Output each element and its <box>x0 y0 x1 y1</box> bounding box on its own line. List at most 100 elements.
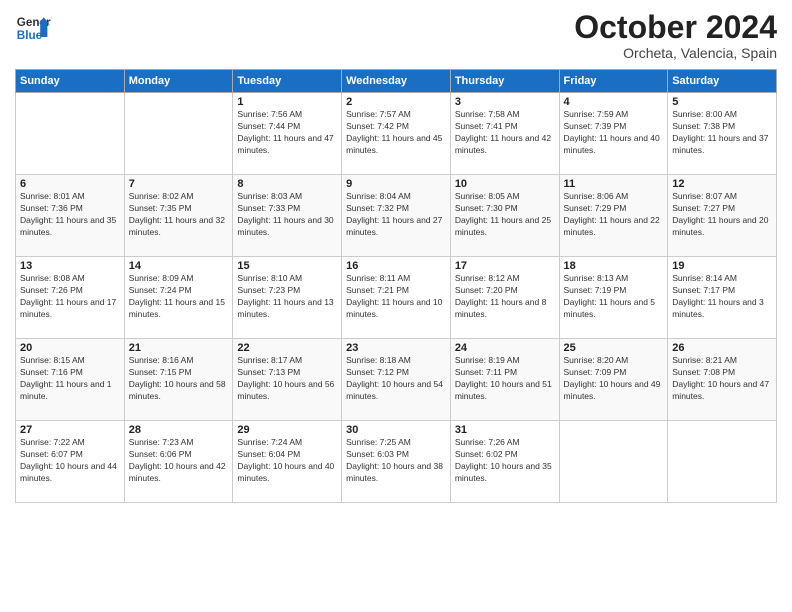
day-info: Sunrise: 7:59 AM Sunset: 7:39 PM Dayligh… <box>564 109 664 157</box>
logo-icon: General Blue <box>15 10 51 46</box>
calendar-cell: 22Sunrise: 8:17 AM Sunset: 7:13 PM Dayli… <box>233 339 342 421</box>
calendar-cell: 28Sunrise: 7:23 AM Sunset: 6:06 PM Dayli… <box>124 421 233 503</box>
day-info: Sunrise: 7:25 AM Sunset: 6:03 PM Dayligh… <box>346 437 446 485</box>
day-info: Sunrise: 8:00 AM Sunset: 7:38 PM Dayligh… <box>672 109 772 157</box>
calendar-cell: 11Sunrise: 8:06 AM Sunset: 7:29 PM Dayli… <box>559 175 668 257</box>
col-monday: Monday <box>124 70 233 93</box>
day-info: Sunrise: 7:56 AM Sunset: 7:44 PM Dayligh… <box>237 109 337 157</box>
calendar-cell: 18Sunrise: 8:13 AM Sunset: 7:19 PM Dayli… <box>559 257 668 339</box>
day-info: Sunrise: 8:09 AM Sunset: 7:24 PM Dayligh… <box>129 273 229 321</box>
day-info: Sunrise: 8:13 AM Sunset: 7:19 PM Dayligh… <box>564 273 664 321</box>
day-number: 13 <box>20 260 120 272</box>
day-number: 23 <box>346 342 446 354</box>
day-number: 29 <box>237 424 337 436</box>
calendar-cell: 25Sunrise: 8:20 AM Sunset: 7:09 PM Dayli… <box>559 339 668 421</box>
header-row: Sunday Monday Tuesday Wednesday Thursday… <box>16 70 777 93</box>
day-info: Sunrise: 8:19 AM Sunset: 7:11 PM Dayligh… <box>455 355 555 403</box>
day-number: 15 <box>237 260 337 272</box>
day-number: 17 <box>455 260 555 272</box>
day-number: 4 <box>564 96 664 108</box>
day-info: Sunrise: 8:02 AM Sunset: 7:35 PM Dayligh… <box>129 191 229 239</box>
calendar-cell: 20Sunrise: 8:15 AM Sunset: 7:16 PM Dayli… <box>16 339 125 421</box>
calendar-cell: 26Sunrise: 8:21 AM Sunset: 7:08 PM Dayli… <box>668 339 777 421</box>
day-info: Sunrise: 8:04 AM Sunset: 7:32 PM Dayligh… <box>346 191 446 239</box>
day-info: Sunrise: 8:03 AM Sunset: 7:33 PM Dayligh… <box>237 191 337 239</box>
month-title: October 2024 <box>574 10 777 45</box>
calendar-cell: 5Sunrise: 8:00 AM Sunset: 7:38 PM Daylig… <box>668 93 777 175</box>
calendar-week-5: 27Sunrise: 7:22 AM Sunset: 6:07 PM Dayli… <box>16 421 777 503</box>
logo: General Blue <box>15 10 51 46</box>
calendar-cell: 3Sunrise: 7:58 AM Sunset: 7:41 PM Daylig… <box>450 93 559 175</box>
calendar-cell: 10Sunrise: 8:05 AM Sunset: 7:30 PM Dayli… <box>450 175 559 257</box>
header: General Blue October 2024 Orcheta, Valen… <box>15 10 777 61</box>
calendar-week-2: 6Sunrise: 8:01 AM Sunset: 7:36 PM Daylig… <box>16 175 777 257</box>
calendar-cell: 13Sunrise: 8:08 AM Sunset: 7:26 PM Dayli… <box>16 257 125 339</box>
day-number: 6 <box>20 178 120 190</box>
page: General Blue October 2024 Orcheta, Valen… <box>0 0 792 612</box>
day-info: Sunrise: 7:23 AM Sunset: 6:06 PM Dayligh… <box>129 437 229 485</box>
day-info: Sunrise: 7:58 AM Sunset: 7:41 PM Dayligh… <box>455 109 555 157</box>
calendar-cell: 16Sunrise: 8:11 AM Sunset: 7:21 PM Dayli… <box>342 257 451 339</box>
day-number: 19 <box>672 260 772 272</box>
day-number: 1 <box>237 96 337 108</box>
day-number: 27 <box>20 424 120 436</box>
svg-text:Blue: Blue <box>17 29 43 42</box>
col-thursday: Thursday <box>450 70 559 93</box>
day-number: 5 <box>672 96 772 108</box>
calendar-week-1: 1Sunrise: 7:56 AM Sunset: 7:44 PM Daylig… <box>16 93 777 175</box>
day-number: 12 <box>672 178 772 190</box>
day-number: 26 <box>672 342 772 354</box>
col-wednesday: Wednesday <box>342 70 451 93</box>
day-number: 18 <box>564 260 664 272</box>
day-info: Sunrise: 8:11 AM Sunset: 7:21 PM Dayligh… <box>346 273 446 321</box>
day-info: Sunrise: 7:26 AM Sunset: 6:02 PM Dayligh… <box>455 437 555 485</box>
calendar-cell: 31Sunrise: 7:26 AM Sunset: 6:02 PM Dayli… <box>450 421 559 503</box>
day-info: Sunrise: 8:20 AM Sunset: 7:09 PM Dayligh… <box>564 355 664 403</box>
day-info: Sunrise: 8:17 AM Sunset: 7:13 PM Dayligh… <box>237 355 337 403</box>
calendar-table: Sunday Monday Tuesday Wednesday Thursday… <box>15 69 777 503</box>
day-number: 9 <box>346 178 446 190</box>
calendar-cell <box>668 421 777 503</box>
day-info: Sunrise: 8:10 AM Sunset: 7:23 PM Dayligh… <box>237 273 337 321</box>
calendar-week-4: 20Sunrise: 8:15 AM Sunset: 7:16 PM Dayli… <box>16 339 777 421</box>
calendar-cell: 2Sunrise: 7:57 AM Sunset: 7:42 PM Daylig… <box>342 93 451 175</box>
title-block: October 2024 Orcheta, Valencia, Spain <box>574 10 777 61</box>
day-number: 11 <box>564 178 664 190</box>
calendar-cell: 29Sunrise: 7:24 AM Sunset: 6:04 PM Dayli… <box>233 421 342 503</box>
calendar-cell: 30Sunrise: 7:25 AM Sunset: 6:03 PM Dayli… <box>342 421 451 503</box>
calendar-body: 1Sunrise: 7:56 AM Sunset: 7:44 PM Daylig… <box>16 93 777 503</box>
calendar-cell: 15Sunrise: 8:10 AM Sunset: 7:23 PM Dayli… <box>233 257 342 339</box>
day-number: 21 <box>129 342 229 354</box>
day-number: 28 <box>129 424 229 436</box>
day-number: 8 <box>237 178 337 190</box>
calendar-cell: 7Sunrise: 8:02 AM Sunset: 7:35 PM Daylig… <box>124 175 233 257</box>
calendar-cell: 19Sunrise: 8:14 AM Sunset: 7:17 PM Dayli… <box>668 257 777 339</box>
day-number: 16 <box>346 260 446 272</box>
day-number: 20 <box>20 342 120 354</box>
day-info: Sunrise: 8:18 AM Sunset: 7:12 PM Dayligh… <box>346 355 446 403</box>
day-number: 14 <box>129 260 229 272</box>
day-info: Sunrise: 8:16 AM Sunset: 7:15 PM Dayligh… <box>129 355 229 403</box>
calendar-cell: 8Sunrise: 8:03 AM Sunset: 7:33 PM Daylig… <box>233 175 342 257</box>
calendar-cell: 9Sunrise: 8:04 AM Sunset: 7:32 PM Daylig… <box>342 175 451 257</box>
day-number: 10 <box>455 178 555 190</box>
calendar-cell: 24Sunrise: 8:19 AM Sunset: 7:11 PM Dayli… <box>450 339 559 421</box>
calendar-cell <box>559 421 668 503</box>
calendar-cell: 4Sunrise: 7:59 AM Sunset: 7:39 PM Daylig… <box>559 93 668 175</box>
day-info: Sunrise: 8:21 AM Sunset: 7:08 PM Dayligh… <box>672 355 772 403</box>
day-info: Sunrise: 8:08 AM Sunset: 7:26 PM Dayligh… <box>20 273 120 321</box>
calendar-cell <box>124 93 233 175</box>
calendar-cell: 17Sunrise: 8:12 AM Sunset: 7:20 PM Dayli… <box>450 257 559 339</box>
day-info: Sunrise: 8:07 AM Sunset: 7:27 PM Dayligh… <box>672 191 772 239</box>
day-info: Sunrise: 8:12 AM Sunset: 7:20 PM Dayligh… <box>455 273 555 321</box>
day-number: 22 <box>237 342 337 354</box>
col-sunday: Sunday <box>16 70 125 93</box>
day-info: Sunrise: 8:05 AM Sunset: 7:30 PM Dayligh… <box>455 191 555 239</box>
day-info: Sunrise: 7:22 AM Sunset: 6:07 PM Dayligh… <box>20 437 120 485</box>
calendar-cell: 6Sunrise: 8:01 AM Sunset: 7:36 PM Daylig… <box>16 175 125 257</box>
day-number: 7 <box>129 178 229 190</box>
day-info: Sunrise: 7:24 AM Sunset: 6:04 PM Dayligh… <box>237 437 337 485</box>
day-number: 3 <box>455 96 555 108</box>
col-tuesday: Tuesday <box>233 70 342 93</box>
day-number: 2 <box>346 96 446 108</box>
